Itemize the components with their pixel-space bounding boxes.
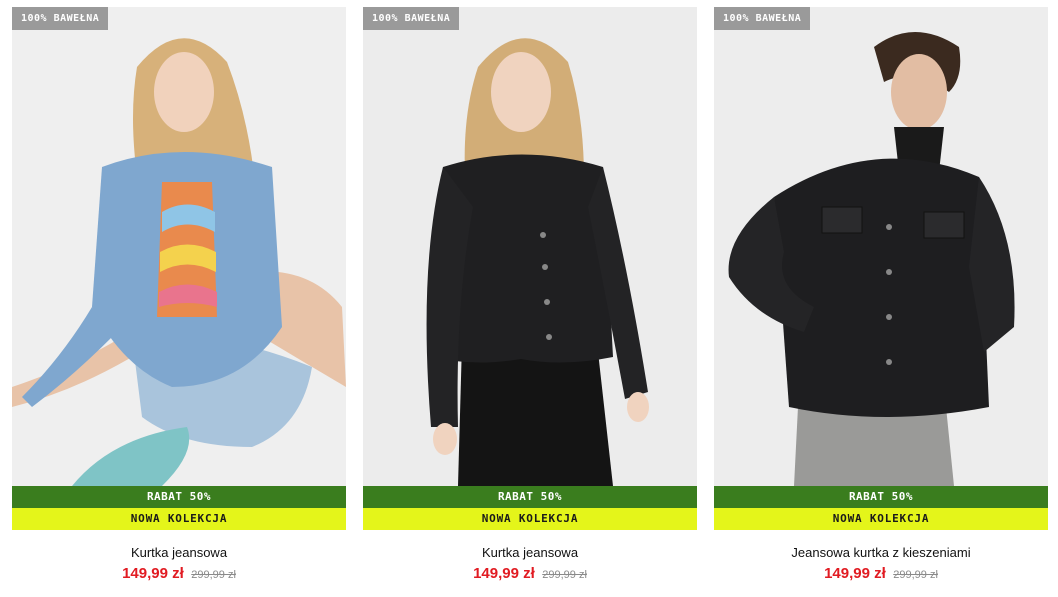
product-name[interactable]: Kurtka jeansowa bbox=[363, 545, 697, 560]
product-prices: 149,99 zł 299,99 zł bbox=[714, 565, 1048, 583]
original-price: 299,99 zł bbox=[191, 569, 236, 581]
product-grid: 100% BAWEŁNA RABAT 50% NOWA KOLEKCJA Kur… bbox=[12, 7, 1048, 583]
new-collection-badge: NOWA KOLEKCJA bbox=[12, 508, 346, 530]
discount-badge: RABAT 50% bbox=[363, 486, 697, 508]
product-image[interactable]: 100% BAWEŁNA bbox=[714, 7, 1048, 486]
discount-badge: RABAT 50% bbox=[12, 486, 346, 508]
product-photo-illustration bbox=[714, 7, 1048, 486]
product-prices: 149,99 zł 299,99 zł bbox=[363, 565, 697, 583]
sale-price: 149,99 zł bbox=[824, 565, 886, 582]
new-collection-badge: NOWA KOLEKCJA bbox=[714, 508, 1048, 530]
product-name[interactable]: Kurtka jeansowa bbox=[12, 545, 346, 560]
product-photo-illustration bbox=[363, 7, 697, 486]
original-price: 299,99 zł bbox=[542, 569, 587, 581]
product-prices: 149,99 zł 299,99 zł bbox=[12, 565, 346, 583]
original-price: 299,99 zł bbox=[893, 569, 938, 581]
product-image[interactable]: 100% BAWEŁNA bbox=[12, 7, 346, 486]
sale-price: 149,99 zł bbox=[122, 565, 184, 582]
material-badge: 100% BAWEŁNA bbox=[363, 7, 460, 30]
material-badge: 100% BAWEŁNA bbox=[12, 7, 109, 30]
material-badge: 100% BAWEŁNA bbox=[714, 7, 811, 30]
new-collection-badge: NOWA KOLEKCJA bbox=[363, 508, 697, 530]
product-card[interactable]: 100% BAWEŁNA RABAT 50% NOWA KOLEKCJA Kur… bbox=[12, 7, 346, 583]
product-card[interactable]: 100% BAWEŁNA RABAT 50% NOWA KOLEKCJA Kur… bbox=[363, 7, 697, 583]
product-name[interactable]: Jeansowa kurtka z kieszeniami bbox=[714, 545, 1048, 560]
sale-price: 149,99 zł bbox=[473, 565, 535, 582]
product-photo-illustration bbox=[12, 7, 346, 486]
discount-badge: RABAT 50% bbox=[714, 486, 1048, 508]
product-image[interactable]: 100% BAWEŁNA bbox=[363, 7, 697, 486]
product-card[interactable]: 100% BAWEŁNA RABAT 50% NOWA KOLEKCJA Jea… bbox=[714, 7, 1048, 583]
